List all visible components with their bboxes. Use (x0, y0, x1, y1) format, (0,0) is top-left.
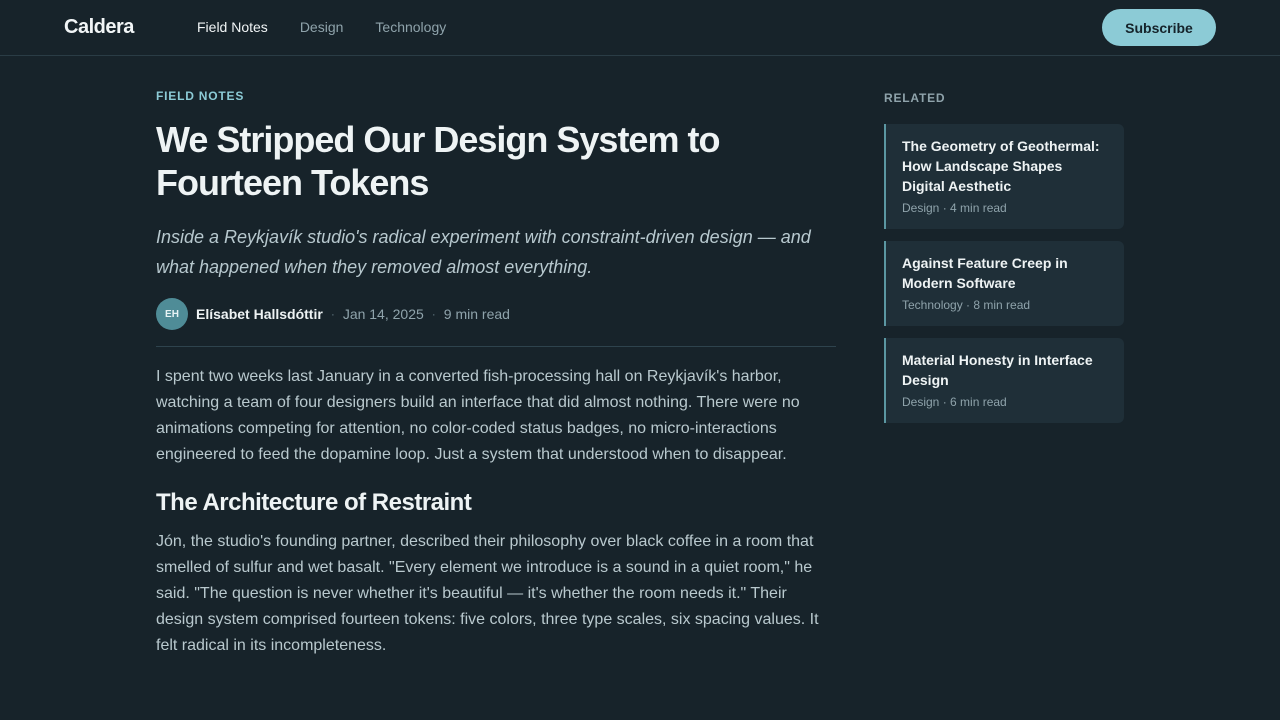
related-card-title[interactable]: The Geometry of Geothermal: How Landscap… (902, 136, 1108, 196)
nav-link-field-notes[interactable]: Field Notes (197, 19, 268, 35)
article-paragraph: Jón, the studio's founding partner, desc… (156, 533, 819, 654)
related-card-title[interactable]: Against Feature Creep in Modern Software (902, 253, 1108, 293)
article-title: We Stripped Our Design System to Fourtee… (156, 119, 720, 203)
author-avatar[interactable]: EH (156, 298, 188, 330)
author-name[interactable]: Elísabet Hallsdóttir (196, 306, 323, 322)
article-paragraph: I spent two weeks last January in a conv… (156, 368, 800, 463)
byline-separator: · (431, 307, 436, 321)
related-card-title[interactable]: Material Honesty in Interface Design (902, 350, 1108, 390)
related-sidebar: Related The Geometry of Geothermal: How … (884, 90, 1124, 423)
read-time: 9 min read (443, 306, 510, 322)
related-card-meta: Design · 4 min read (902, 201, 1007, 215)
main-nav: Field Notes Design Technology (197, 19, 446, 35)
site-header: Caldera Field Notes Design Technology Su… (0, 0, 1280, 56)
nav-link-design[interactable]: Design (300, 19, 344, 35)
site-logo[interactable]: Caldera (64, 16, 134, 39)
divider (156, 346, 836, 347)
related-card[interactable]: The Geometry of Geothermal: How Landscap… (884, 124, 1124, 229)
byline: EH Elísabet Hallsdóttir · Jan 14, 2025 ·… (156, 298, 836, 330)
nav-link-technology[interactable]: Technology (375, 19, 446, 35)
related-heading: Related (884, 91, 946, 105)
related-card[interactable]: Material Honesty in Interface Design Des… (884, 338, 1124, 423)
related-card[interactable]: Against Feature Creep in Modern Software… (884, 241, 1124, 326)
related-list: The Geometry of Geothermal: How Landscap… (884, 124, 1124, 423)
article: Field Notes We Stripped Our Design Syste… (156, 88, 836, 659)
article-category[interactable]: Field Notes (156, 88, 836, 104)
subscribe-button[interactable]: Subscribe (1102, 9, 1216, 46)
related-card-meta: Technology · 8 min read (902, 298, 1031, 312)
publish-date: Jan 14, 2025 (342, 306, 424, 322)
article-subtitle: Inside a Reykjavík studio's radical expe… (156, 227, 811, 277)
section-heading: The Architecture of Restraint (156, 489, 472, 516)
related-card-meta: Design · 6 min read (902, 395, 1007, 409)
byline-separator: · (330, 307, 335, 321)
